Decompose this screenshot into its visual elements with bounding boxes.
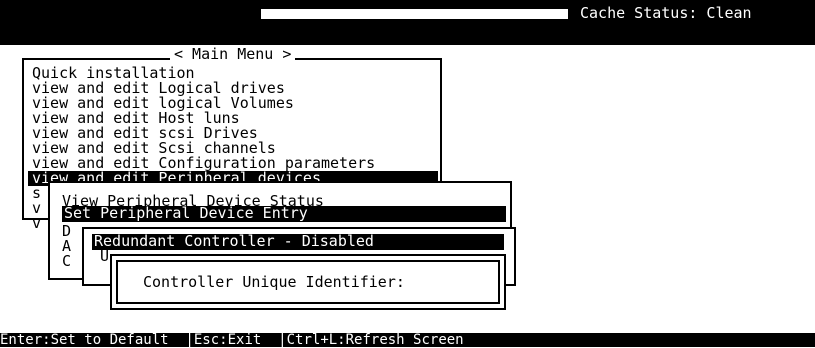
bottom-status-bar: Enter:Set to Default |Esc:Exit |Ctrl+L:R…	[0, 333, 815, 347]
refresh-hint: Ctrl+L:Refresh Screen	[286, 332, 464, 348]
unique-id-label: Controller Unique Identifier:	[143, 273, 405, 291]
top-input-field	[261, 9, 568, 19]
main-menu-title: < Main Menu >	[170, 47, 296, 62]
set-peripheral-entry-label: Set Peripheral Device Entry	[64, 204, 308, 222]
menu-item-set-peripheral-entry[interactable]: Set Peripheral Device Entry	[62, 206, 506, 222]
menu-item-partial-u[interactable]: U	[100, 249, 109, 264]
exit-hint: Esc:Exit	[193, 332, 262, 348]
cache-status-text: Cache Status: Clean	[580, 4, 752, 22]
menu-item-redundant-controller[interactable]: Redundant Controller - Disabled	[92, 234, 504, 250]
set-default-hint: Enter:Set to Default	[0, 332, 169, 348]
redundant-controller-label: Redundant Controller - Disabled	[94, 232, 374, 250]
